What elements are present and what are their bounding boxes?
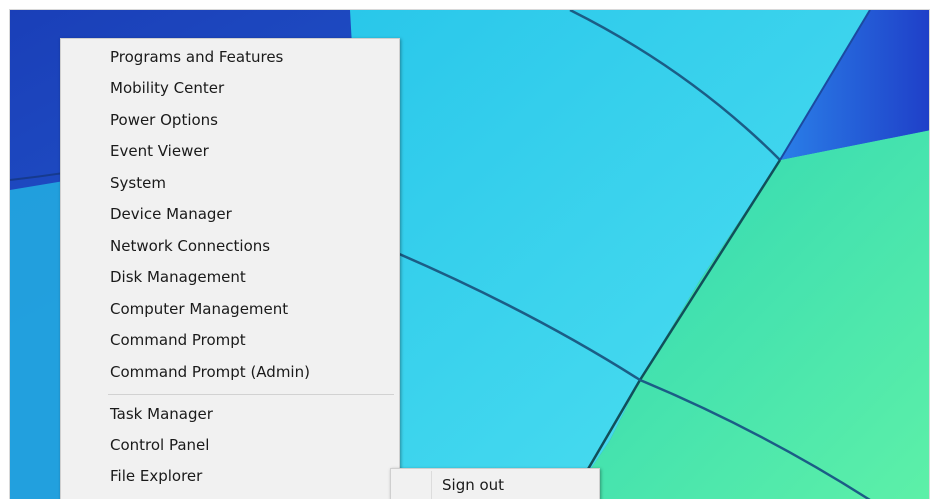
- menu-item-task-manager[interactable]: Task Manager: [62, 399, 398, 429]
- menu-item-programs-and-features[interactable]: Programs and Features: [62, 42, 398, 72]
- menu-item-system[interactable]: System: [62, 168, 398, 198]
- menu-item-network-connections[interactable]: Network Connections: [62, 231, 398, 261]
- submenu-item-sign-out[interactable]: Sign out: [392, 471, 598, 499]
- menu-item-event-viewer[interactable]: Event Viewer: [62, 136, 398, 166]
- menu-item-power-options[interactable]: Power Options: [62, 105, 398, 135]
- desktop-frame: Programs and Features Mobility Center Po…: [9, 9, 930, 499]
- menu-item-file-explorer[interactable]: File Explorer: [62, 461, 398, 491]
- menu-item-mobility-center[interactable]: Mobility Center: [62, 73, 398, 103]
- menu-separator: [108, 394, 394, 395]
- menu-item-control-panel[interactable]: Control Panel: [62, 430, 398, 460]
- menu-item-device-manager[interactable]: Device Manager: [62, 199, 398, 229]
- menu-item-command-prompt[interactable]: Command Prompt: [62, 325, 398, 355]
- menu-item-computer-management[interactable]: Computer Management: [62, 294, 398, 324]
- winx-context-menu: Programs and Features Mobility Center Po…: [60, 38, 400, 499]
- menu-item-command-prompt-admin[interactable]: Command Prompt (Admin): [62, 357, 398, 387]
- menu-item-disk-management[interactable]: Disk Management: [62, 262, 398, 292]
- shutdown-submenu: Sign out: [390, 468, 600, 499]
